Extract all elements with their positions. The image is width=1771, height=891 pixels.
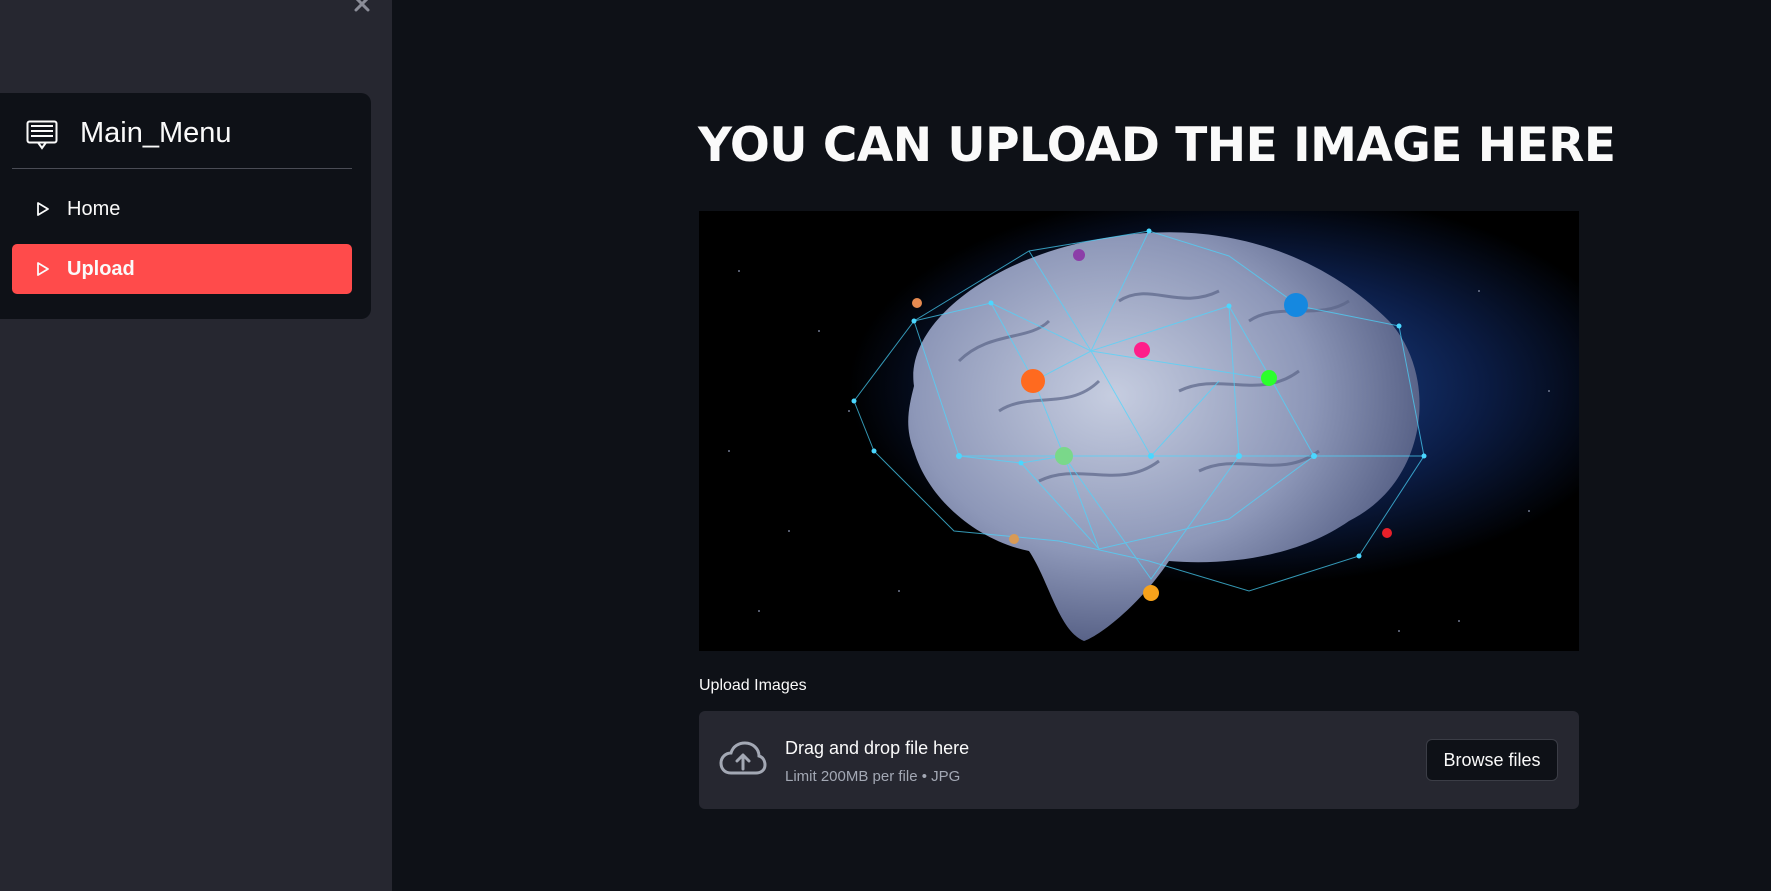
brain-network-illustration xyxy=(699,211,1579,651)
menu-title: Main_Menu xyxy=(80,117,232,149)
menu-header: Main_Menu xyxy=(12,93,352,169)
menu-item-label: Upload xyxy=(67,258,135,280)
close-sidebar-button[interactable] xyxy=(350,0,374,16)
brain-network-image xyxy=(699,211,1579,651)
menu-item-label: Home xyxy=(67,198,121,220)
menu-item-upload[interactable]: Upload xyxy=(12,244,352,294)
browse-files-button[interactable]: Browse files xyxy=(1426,739,1558,781)
dropzone-instructions: Drag and drop file here xyxy=(785,738,970,758)
dropzone-limit-text: Limit 200MB per file • JPG xyxy=(785,768,961,785)
main-menu: Main_Menu Home Upload xyxy=(0,93,371,319)
play-outline-icon xyxy=(37,262,49,276)
menu-list-icon xyxy=(26,120,58,150)
upload-label: Upload Images xyxy=(699,677,807,694)
play-outline-icon xyxy=(37,202,49,216)
cloud-upload-icon xyxy=(719,741,767,775)
close-icon xyxy=(354,0,370,12)
menu-item-home[interactable]: Home xyxy=(12,184,352,234)
sidebar: Main_Menu Home Upload xyxy=(0,0,392,891)
main-content: YOU CAN UPLOAD THE IMAGE HERE Upload Ima… xyxy=(392,0,1771,891)
file-dropzone[interactable]: Drag and drop file here Limit 200MB per … xyxy=(699,711,1579,809)
page-title: YOU CAN UPLOAD THE IMAGE HERE xyxy=(698,118,1616,173)
